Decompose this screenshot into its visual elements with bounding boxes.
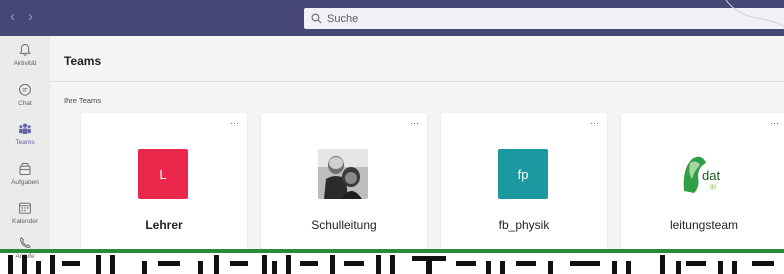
logo-image: dat gy [683, 156, 720, 193]
search-box[interactable] [304, 8, 784, 29]
team-name: Lehrer [145, 218, 183, 232]
team-avatar: fp [498, 149, 548, 199]
photo-image [318, 149, 368, 199]
search-icon [311, 13, 322, 24]
avatar-initials: L [159, 166, 167, 182]
rail-label: Kalender [11, 218, 39, 225]
assignments-icon [19, 162, 31, 176]
rail-item-activity[interactable]: Aktivität [0, 43, 50, 79]
teams-icon [19, 123, 31, 134]
bell-icon [19, 44, 31, 56]
logo-subtext: gy [710, 184, 716, 190]
forward-arrow-icon[interactable]: › [28, 9, 33, 25]
phone-icon [20, 237, 31, 248]
logo-text: dat [702, 168, 720, 183]
team-name: fb_physik [498, 218, 550, 232]
rail-label: Chat [18, 100, 32, 107]
team-card-schulleitung[interactable]: ··· Schulleitung [261, 113, 427, 251]
calendar-icon [19, 202, 31, 214]
rail-item-calendar[interactable]: Kalender [0, 201, 50, 237]
back-arrow-icon[interactable]: ‹ [10, 9, 15, 25]
team-card-lehrer[interactable]: ··· L Lehrer [81, 113, 247, 251]
team-card-fb-physik[interactable]: ··· fp fb_physik [441, 113, 607, 251]
more-options-button[interactable]: ··· [410, 118, 419, 128]
rail-item-assignments[interactable]: Aufgaben [0, 162, 50, 198]
team-avatar: L [138, 149, 188, 199]
more-options-button[interactable]: ··· [230, 118, 239, 128]
team-avatar-photo [318, 149, 368, 199]
team-card-leitungsteam[interactable]: ··· dat gy leitungsteam [621, 113, 784, 251]
section-label: Ihre Teams [64, 96, 101, 105]
team-name: Schulleitung [311, 218, 377, 232]
app-rail: Aktivität Chat Teams Aufgaben Kalender A… [0, 36, 50, 260]
more-options-button[interactable]: ··· [590, 118, 599, 128]
rail-item-teams[interactable]: Teams [0, 122, 50, 158]
avatar-initials: fp [517, 166, 529, 182]
team-avatar-logo: dat gy [678, 149, 728, 199]
page-title: Teams [64, 54, 102, 68]
decorative-curve [725, 0, 784, 27]
chat-icon [19, 83, 31, 96]
cropped-caption-text [8, 255, 774, 274]
main-content: Teams Ihre Teams ··· L Lehrer ··· Schull… [50, 36, 784, 251]
rail-label: Teams [15, 139, 35, 146]
header: Teams [50, 36, 784, 82]
rail-label: Aktivität [13, 60, 37, 67]
more-options-button[interactable]: ··· [770, 118, 779, 128]
rail-label: Aufgaben [11, 179, 39, 186]
title-bar: ‹ › [0, 0, 784, 36]
rail-item-chat[interactable]: Chat [0, 83, 50, 119]
team-name: leitungsteam [669, 218, 739, 232]
